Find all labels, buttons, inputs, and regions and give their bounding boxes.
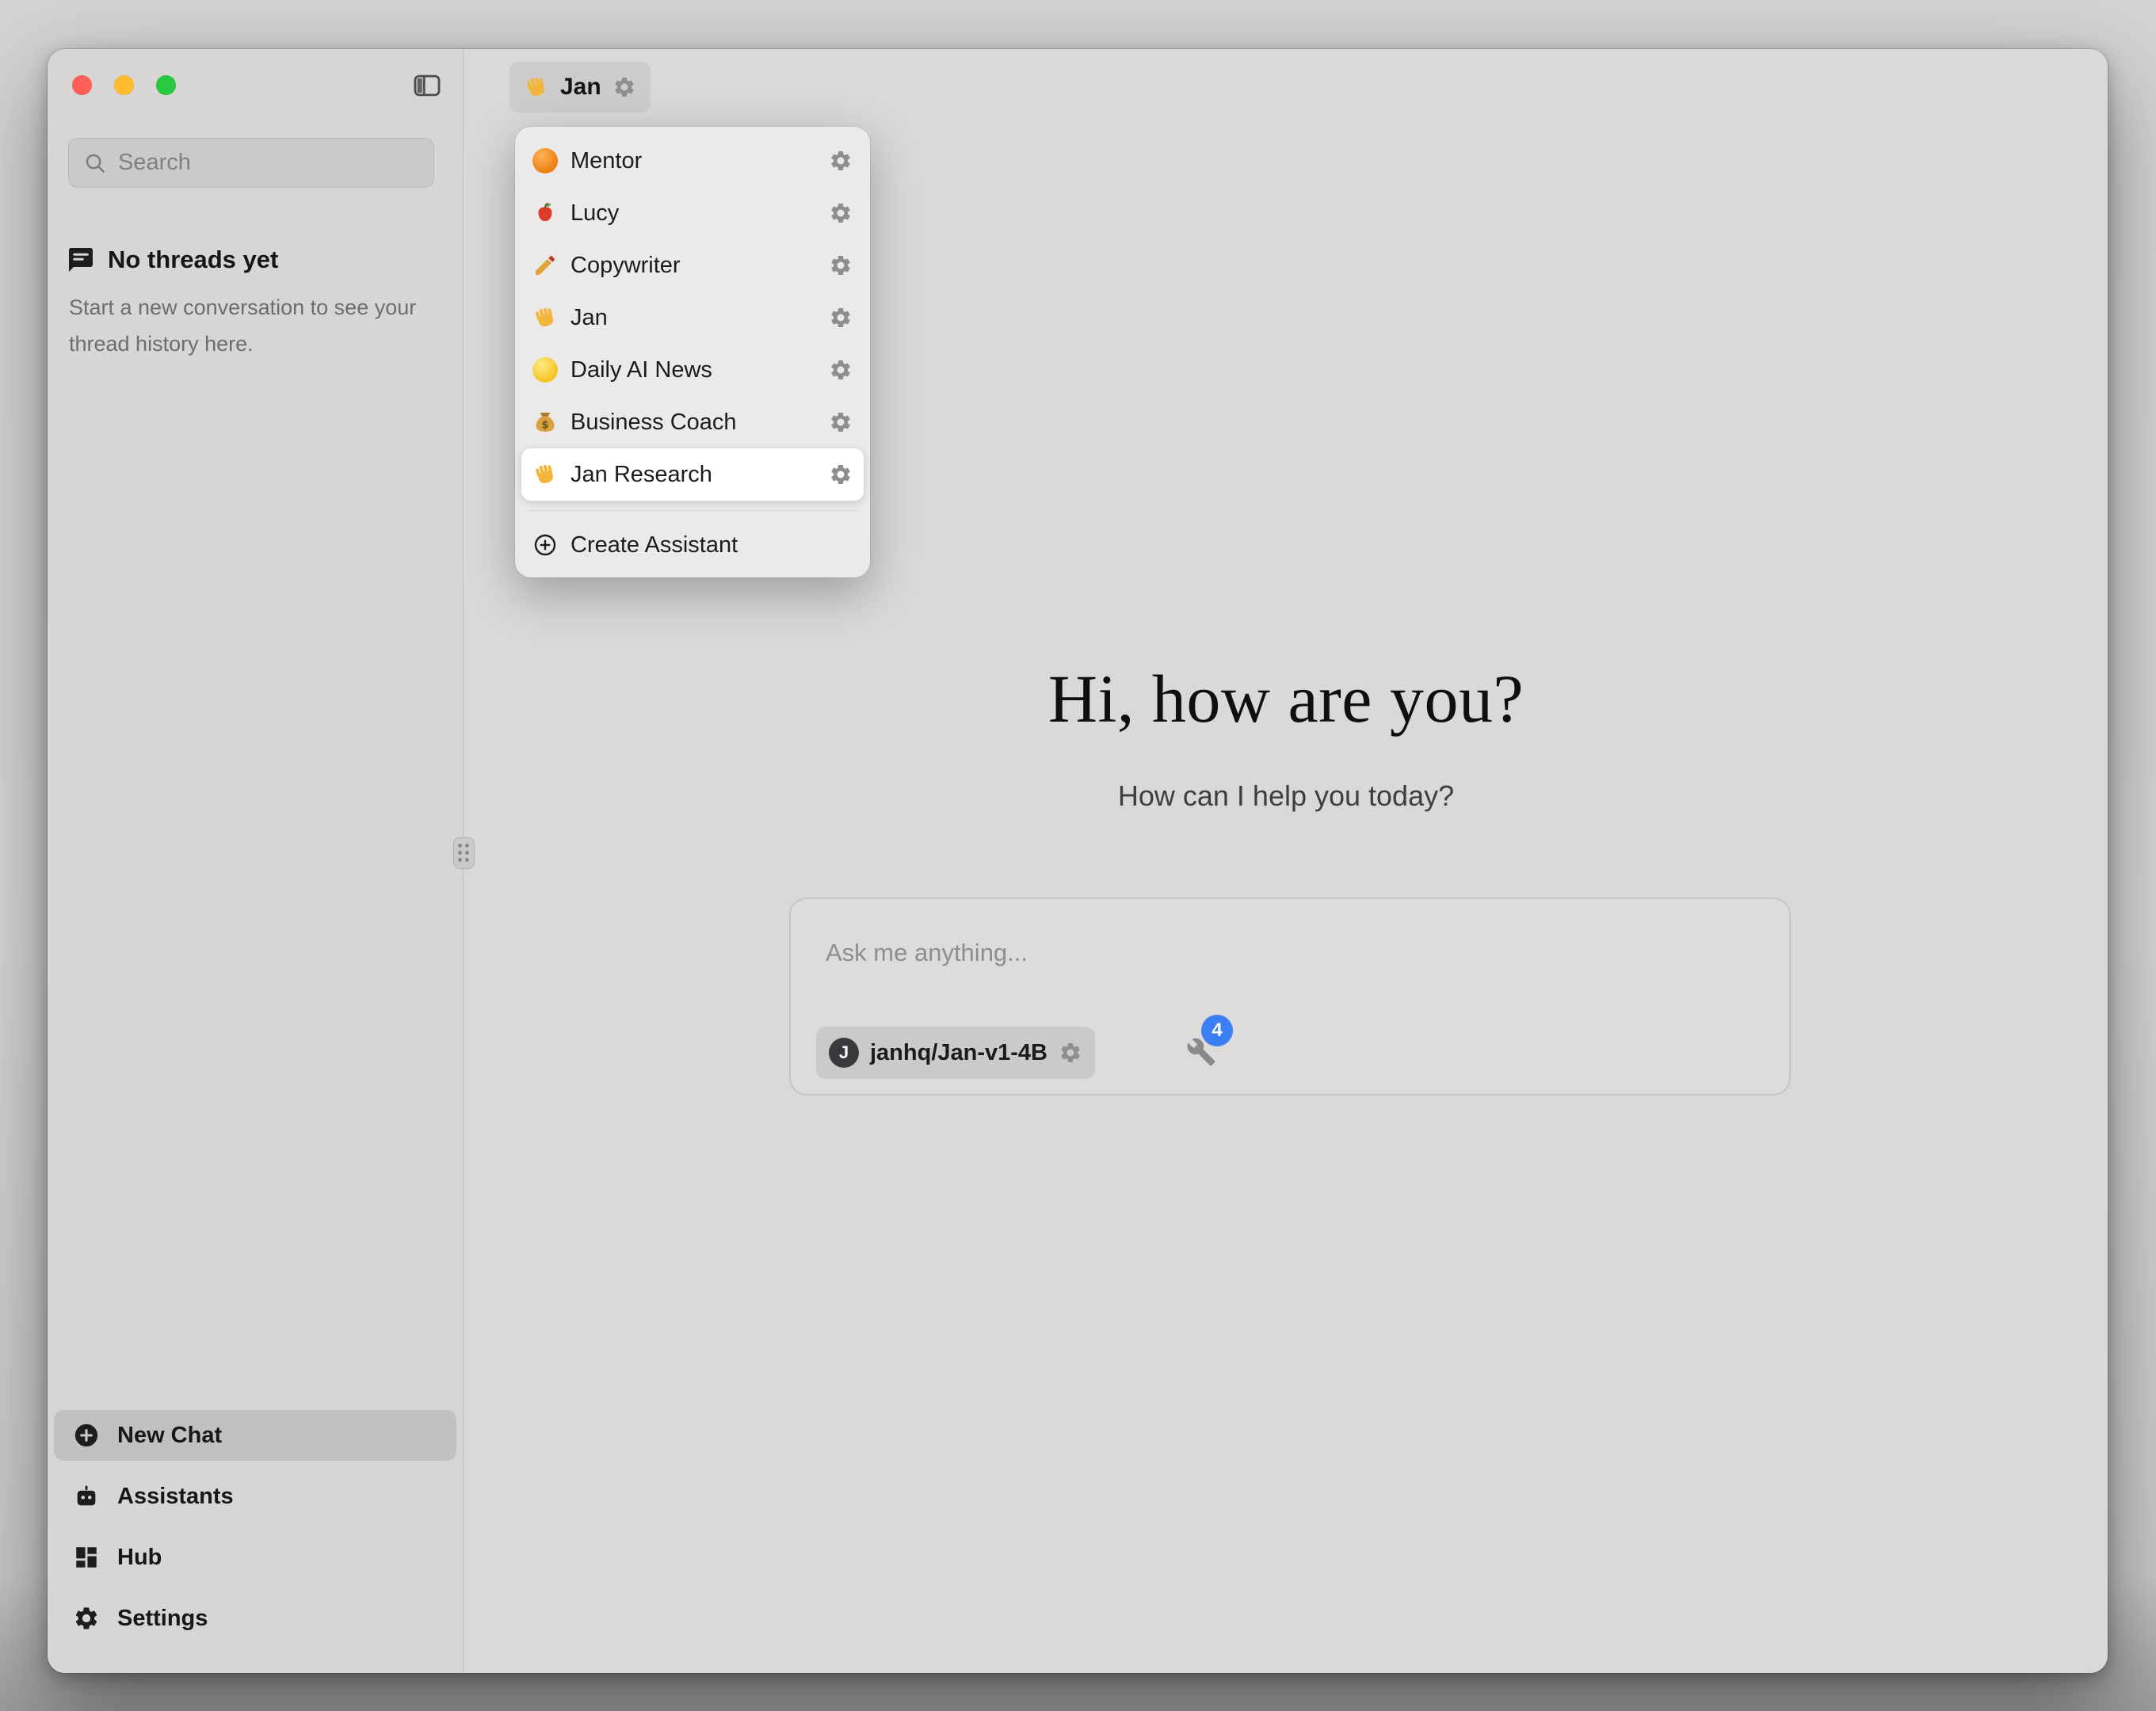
assistant-item-daily-ai-news[interactable]: Daily AI News	[521, 344, 864, 396]
sidebar-bottom-nav: New Chat Assistants Hub Settings	[54, 1410, 456, 1644]
greeting-subtitle: How can I help you today?	[464, 779, 2108, 813]
wave-icon	[532, 305, 558, 330]
plus-circle-outline-icon	[532, 532, 558, 558]
pencil-icon	[532, 253, 558, 278]
assistant-label: Business Coach	[570, 410, 816, 436]
yellow-circle-icon	[532, 357, 558, 383]
assistant-label: Mentor	[570, 148, 816, 174]
gear-icon	[612, 75, 636, 99]
assistant-label: Lucy	[570, 200, 816, 227]
tools-count-badge: 4	[1201, 1015, 1233, 1046]
search-icon	[83, 151, 107, 175]
gear-icon[interactable]	[829, 201, 853, 225]
apple-icon	[532, 200, 558, 226]
window-controls	[72, 75, 176, 95]
assistant-item-copywriter[interactable]: Copywriter	[521, 239, 864, 292]
gear-icon[interactable]	[829, 410, 853, 434]
assistant-item-mentor[interactable]: Mentor	[521, 135, 864, 187]
sidebar-toggle-icon	[412, 70, 442, 101]
assistant-item-jan-research[interactable]: Jan Research	[521, 448, 864, 501]
model-selector[interactable]: J janhq/Jan-v1-4B	[816, 1027, 1095, 1079]
plus-circle-icon	[73, 1422, 100, 1449]
gear-icon	[73, 1605, 100, 1632]
sidebar-item-new-chat[interactable]: New Chat	[54, 1410, 456, 1461]
gear-icon[interactable]	[829, 358, 853, 382]
assistant-dropdown-menu: Mentor Lucy Copywriter Jan Daily AI News	[515, 127, 870, 577]
chat-bubble-icon	[67, 246, 95, 274]
nav-label: New Chat	[117, 1423, 222, 1449]
chat-input[interactable]: Ask me anything...	[826, 939, 1028, 967]
model-name: janhq/Jan-v1-4B	[870, 1040, 1047, 1066]
app-window: Search No threads yet Start a new conver…	[48, 49, 2108, 1673]
orange-circle-icon	[532, 148, 558, 173]
sidebar-item-assistants[interactable]: Assistants	[54, 1471, 456, 1522]
sidebar-toggle-button[interactable]	[412, 70, 442, 101]
desktop-background: { "window": { "traffic_lights": [ { "nam…	[0, 0, 2156, 1711]
search-placeholder: Search	[118, 150, 191, 176]
wave-icon	[532, 462, 558, 487]
grid-icon	[73, 1544, 100, 1571]
assistant-label: Copywriter	[570, 253, 816, 279]
assistant-label: Daily AI News	[570, 357, 816, 383]
empty-state-title: No threads yet	[108, 246, 278, 274]
nav-label: Settings	[117, 1606, 208, 1632]
current-assistant-name: Jan	[560, 74, 601, 101]
main-area: Jan Mentor Lucy Copywriter Jan	[464, 49, 2108, 1673]
nav-label: Assistants	[117, 1484, 234, 1510]
sidebar-resize-handle[interactable]	[453, 837, 475, 869]
assistant-item-business-coach[interactable]: Business Coach	[521, 396, 864, 448]
welcome-block: Hi, how are you? How can I help you toda…	[464, 659, 2108, 813]
gear-icon[interactable]	[1059, 1041, 1082, 1065]
assistant-item-lucy[interactable]: Lucy	[521, 187, 864, 239]
sidebar-item-hub[interactable]: Hub	[54, 1532, 456, 1583]
sidebar: Search No threads yet Start a new conver…	[48, 49, 464, 1673]
gear-icon[interactable]	[829, 149, 853, 173]
greeting-title: Hi, how are you?	[464, 659, 2108, 738]
robot-icon	[73, 1483, 100, 1510]
assistant-selector-button[interactable]: Jan	[509, 62, 651, 112]
money-bag-icon	[532, 410, 558, 435]
create-assistant-button[interactable]: Create Assistant	[521, 520, 864, 570]
minimize-button[interactable]	[114, 75, 134, 95]
gear-icon[interactable]	[829, 253, 853, 277]
composer: Ask me anything... J janhq/Jan-v1-4B 4	[789, 897, 1791, 1096]
assistant-label: Jan Research	[570, 462, 816, 488]
nav-label: Hub	[117, 1545, 162, 1571]
menu-divider	[528, 510, 857, 511]
wave-icon	[524, 74, 549, 100]
empty-state-header: No threads yet	[67, 246, 278, 274]
assistant-label: Jan	[570, 305, 816, 331]
model-avatar: J	[829, 1038, 859, 1068]
zoom-button[interactable]	[156, 75, 176, 95]
gear-icon[interactable]	[829, 306, 853, 330]
search-input[interactable]: Search	[68, 138, 434, 188]
gear-icon[interactable]	[829, 463, 853, 486]
close-button[interactable]	[72, 75, 92, 95]
assistant-item-jan[interactable]: Jan	[521, 292, 864, 344]
empty-state-description: Start a new conversation to see your thr…	[69, 289, 422, 362]
create-assistant-label: Create Assistant	[570, 532, 738, 558]
sidebar-item-settings[interactable]: Settings	[54, 1593, 456, 1644]
